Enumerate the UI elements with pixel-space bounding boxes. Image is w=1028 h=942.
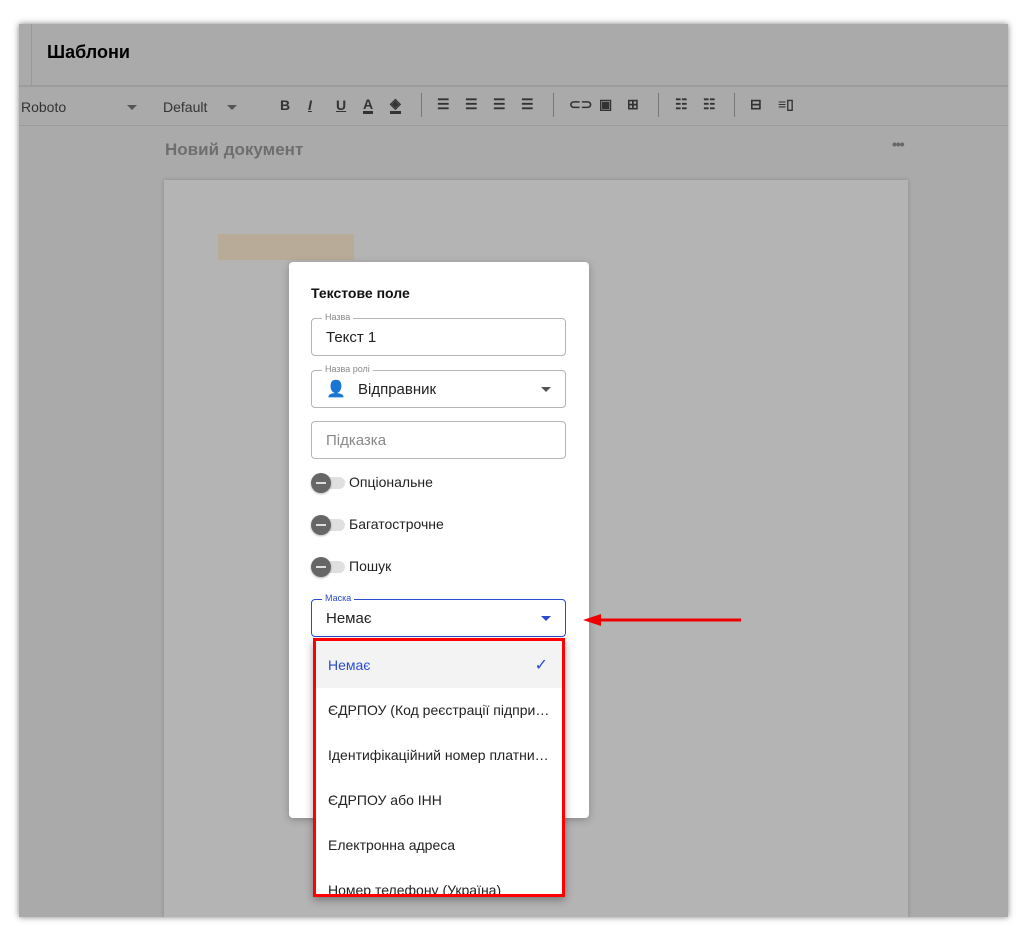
divider [421, 93, 422, 117]
name-label: Назва [322, 312, 354, 322]
size-select[interactable]: Default [163, 99, 207, 115]
mask-select[interactable]: Маска Немає [311, 593, 566, 637]
underline-icon[interactable]: U [336, 97, 346, 113]
menu-item[interactable]: Немає ✓ [316, 641, 562, 688]
divider [553, 93, 554, 117]
chevron-down-icon [541, 616, 551, 621]
align-left-icon[interactable]: ☰ [437, 96, 450, 113]
toggle-label: Опціональне [349, 474, 433, 490]
align-justify-icon[interactable]: ☰ [521, 96, 534, 113]
italic-icon[interactable]: I [308, 97, 312, 113]
menu-item[interactable]: Ідентифікаційний номер платника податків [316, 733, 562, 778]
chevron-down-icon[interactable] [127, 105, 137, 110]
bullet-list-icon[interactable]: ☷ [703, 96, 716, 113]
mask-label: Маска [322, 593, 355, 603]
name-value: Текст 1 [326, 329, 377, 346]
menu-item-label: Немає [328, 657, 371, 673]
link-icon[interactable]: ⊂⊃ [569, 96, 592, 113]
text-color-icon[interactable]: A [363, 97, 374, 114]
header: Шаблони [19, 24, 1008, 87]
menu-item[interactable]: ЄДРПОУ або ІНН [316, 778, 562, 823]
role-value: Відправник [358, 381, 437, 398]
chevron-down-icon [541, 387, 551, 392]
page-break-icon[interactable]: ⊟ [750, 96, 762, 113]
hint-placeholder: Підказка [326, 432, 387, 449]
bold-icon[interactable]: B [280, 97, 290, 113]
role-label: Назва ролі [322, 364, 373, 374]
dialog-title: Текстове поле [311, 285, 410, 301]
red-arrow-annotation [583, 614, 741, 626]
toggle-knob [311, 557, 331, 577]
toggle-label: Пошук [349, 558, 392, 574]
person-add-icon: 👤 [326, 381, 346, 398]
menu-item[interactable]: Електронна адреса [316, 823, 562, 868]
toggle-multiline[interactable]: Багатострочне [311, 514, 511, 535]
table-icon[interactable]: ⊞ [627, 96, 639, 113]
hint-input[interactable]: Підказка [311, 421, 566, 459]
name-field[interactable]: Назва Текст 1 [311, 312, 566, 356]
ordered-list-icon[interactable]: ☷ [675, 96, 688, 113]
image-icon[interactable]: ▣ [599, 96, 612, 113]
mask-value: Немає [326, 610, 372, 627]
fill-color-icon[interactable]: ◈ [390, 95, 401, 114]
role-select[interactable]: Назва ролі 👤 Відправник [311, 364, 566, 408]
align-center-icon[interactable]: ☰ [465, 96, 478, 113]
toggle-search[interactable]: Пошук [311, 556, 511, 577]
text-field-placeholder[interactable] [218, 234, 354, 260]
divider [658, 93, 659, 117]
toggle-knob [311, 515, 331, 535]
toggle-knob [311, 473, 331, 493]
editor-toolbar: Roboto Default B I U A ◈ ☰ ☰ ☰ ☰ ⊂⊃ ▣ ⊞ … [19, 89, 1008, 126]
toggle-label: Багатострочне [349, 516, 444, 532]
align-right-icon[interactable]: ☰ [493, 96, 506, 113]
check-icon: ✓ [534, 657, 548, 674]
menu-item[interactable]: Номер телефону (Україна) [316, 868, 562, 894]
more-icon[interactable]: ••• [892, 136, 905, 152]
page-title: Шаблони [47, 42, 130, 62]
chevron-down-icon[interactable] [227, 105, 237, 110]
font-select[interactable]: Roboto [21, 99, 66, 115]
menu-item[interactable]: ЄДРПОУ (Код реєстрації підприємства) [316, 688, 562, 733]
divider [734, 93, 735, 117]
divider [31, 24, 32, 87]
document-title[interactable]: Новий документ [165, 140, 303, 160]
mask-dropdown-menu: Немає ✓ ЄДРПОУ (Код реєстрації підприємст… [313, 638, 565, 897]
field-icon[interactable]: ≡▯ [778, 96, 794, 113]
toggle-optional[interactable]: Опціональне [311, 472, 511, 493]
